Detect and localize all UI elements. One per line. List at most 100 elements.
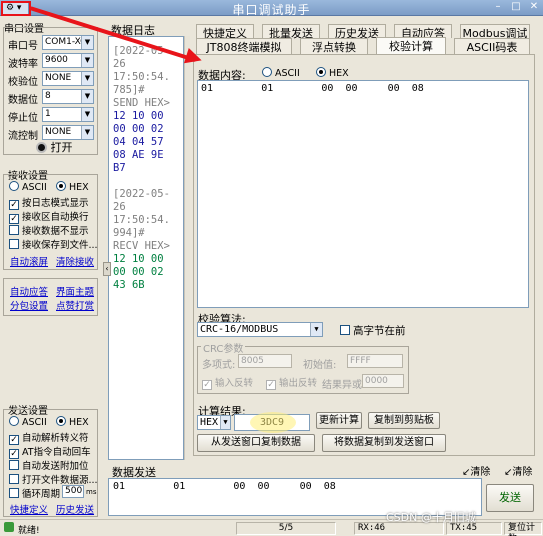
log-line: 00 00 02 xyxy=(113,123,164,135)
stopbits-label: 停止位 xyxy=(8,113,38,124)
auto-reply-link[interactable]: 自动应答 xyxy=(10,284,48,298)
stopbits-select[interactable]: 1 ▼ xyxy=(42,107,94,122)
xor-label: 结果异或 xyxy=(322,380,362,391)
cycle-unit: ms xyxy=(86,488,97,496)
history-send-link[interactable]: 历史发送 xyxy=(56,502,94,516)
append-bits-checkbox[interactable]: 自动发送附加位 xyxy=(9,458,89,472)
close-icon[interactable]: ✕ xyxy=(526,1,542,14)
chevron-down-icon: ▼ xyxy=(81,54,93,67)
save-to-file-checkbox[interactable]: 接收保存到文件... xyxy=(9,237,98,251)
reset-count-button[interactable]: 复位计数 xyxy=(504,522,542,536)
log-mode-checkbox[interactable]: ✓ 按日志模式显示 xyxy=(9,195,89,210)
crc-params-title: CRC参数 xyxy=(201,340,246,355)
log-line: 43 6B xyxy=(113,279,145,291)
tab-history-send[interactable]: 历史发送 xyxy=(328,24,386,40)
send-button[interactable]: 发送 xyxy=(486,484,534,512)
log-line: 12 10 00 xyxy=(113,110,164,122)
log-line: 12 10 00 xyxy=(113,253,164,265)
tab-float-convert[interactable]: 浮点转换 xyxy=(300,38,368,54)
minimize-icon[interactable]: – xyxy=(490,1,506,14)
chevron-down-icon: ▼ xyxy=(310,323,322,336)
refout-checkbox[interactable]: ✓ 输出反转 xyxy=(266,375,317,390)
log-line: SEND HEX> xyxy=(113,97,170,109)
tab-batch-send[interactable]: 批量发送 xyxy=(262,24,320,40)
send-hex-radio[interactable]: HEX xyxy=(56,416,89,428)
update-calc-button[interactable]: 更新计算 xyxy=(316,412,362,429)
high-byte-checkbox[interactable]: 高字节在前 xyxy=(340,323,406,338)
chevron-down-icon: ▼ xyxy=(81,126,93,139)
flow-label: 流控制 xyxy=(8,131,38,142)
poly-input[interactable]: 8005 xyxy=(238,354,292,368)
tab-auto-reply[interactable]: 自动应答 xyxy=(394,24,452,40)
log-line: [2022-05- xyxy=(113,188,170,200)
log-line: 26 xyxy=(113,201,126,213)
status-text: 就绪! xyxy=(18,526,40,536)
data-log-area[interactable]: [2022-05- 26 17:50:54. 785]# SEND HEX> 12 10 … xyxy=(108,36,184,460)
escape-parse-checkbox[interactable]: ✓ 自动解析转义符 xyxy=(9,430,89,445)
tab-checksum[interactable]: 校验计算 xyxy=(376,37,446,54)
data-content-textarea[interactable]: 01 01 00 00 00 08 xyxy=(197,80,529,308)
parity-select[interactable]: NONE ▼ xyxy=(42,71,94,86)
auto-wrap-checkbox[interactable]: ✓ 接收区自动换行 xyxy=(9,209,89,224)
at-enter-checkbox[interactable]: ✓ AT指令自动回车 xyxy=(9,444,91,459)
port-label: 串口号 xyxy=(8,41,38,52)
theme-link[interactable]: 界面主题 xyxy=(56,284,94,298)
baud-label: 波特率 xyxy=(8,59,38,70)
chevron-down-icon: ▼ xyxy=(81,90,93,103)
clear-receive-link[interactable]: 清除接收 xyxy=(56,254,94,268)
collapse-panel-icon[interactable]: ‹ xyxy=(103,262,111,276)
page-count: 5/5 xyxy=(236,522,336,535)
data-hex-radio[interactable]: HEX xyxy=(316,67,349,79)
donate-link[interactable]: 点赞打赏 xyxy=(56,298,94,312)
cycle-checkbox[interactable]: 循环周期 xyxy=(9,486,60,500)
copy-clipboard-button[interactable]: 复制到剪贴板 xyxy=(368,412,440,429)
cycle-input[interactable]: 500 xyxy=(62,485,84,498)
tab-quick-define[interactable]: 快捷定义 xyxy=(196,24,254,40)
auto-scroll-link[interactable]: 自动滚屏 xyxy=(10,254,48,268)
open-port-button[interactable]: 打开 xyxy=(36,139,73,155)
chevron-down-icon: ▼ xyxy=(81,108,93,121)
clear-send-button-1[interactable]: ↙清除 xyxy=(462,463,490,478)
tab-jt808[interactable]: JT808终端模拟 xyxy=(196,38,292,54)
clear-send-button-2[interactable]: ↙清除 xyxy=(504,463,532,478)
databits-select[interactable]: 8 ▼ xyxy=(42,89,94,104)
send-ascii-radio[interactable]: ASCII xyxy=(9,416,47,428)
chevron-down-icon: ▼ xyxy=(81,72,93,85)
log-line: 00 00 02 xyxy=(113,266,164,278)
result-format-select[interactable]: HEX ▼ xyxy=(197,415,231,430)
algorithm-select[interactable]: CRC-16/MODBUS ▼ xyxy=(197,322,323,337)
copy-from-send-button[interactable]: 从发送窗口复制数据 xyxy=(197,434,315,452)
log-line: 26 xyxy=(113,58,126,70)
receive-hex-radio[interactable]: HEX xyxy=(56,181,89,193)
title-bar: ⚙ ▾ 串口调试助手 – □ ✕ xyxy=(0,0,543,17)
databits-label: 数据位 xyxy=(8,95,38,106)
parity-label: 校验位 xyxy=(8,77,38,88)
refin-checkbox[interactable]: ✓ 输入反转 xyxy=(202,375,253,390)
status-icon xyxy=(4,522,14,532)
init-input[interactable]: FFFF xyxy=(347,354,403,368)
data-ascii-radio[interactable]: ASCII xyxy=(262,67,300,79)
log-line: 785]# xyxy=(113,84,145,96)
xor-input[interactable]: 0000 xyxy=(362,374,404,388)
watermark: CSDN @十月旧城 xyxy=(386,511,476,524)
tab-modbus[interactable]: Modbus调试 xyxy=(460,24,530,40)
file-source-checkbox[interactable]: 打开文件数据源... xyxy=(9,472,98,486)
receive-ascii-radio[interactable]: ASCII xyxy=(9,181,47,193)
baud-select[interactable]: 9600 ▼ xyxy=(42,53,94,68)
poly-label: 多项式: xyxy=(202,360,236,371)
chevron-down-icon: ▼ xyxy=(220,416,230,429)
port-select[interactable]: COM1-XCO ▼ xyxy=(42,35,94,50)
hide-receive-checkbox[interactable]: 接收数据不显示 xyxy=(9,223,89,237)
packet-settings-link[interactable]: 分包设置 xyxy=(10,298,48,312)
log-line: RECV HEX> xyxy=(113,240,170,252)
flow-select[interactable]: NONE ▼ xyxy=(42,125,94,140)
record-icon xyxy=(36,142,47,153)
tab-ascii-table[interactable]: ASCII码表 xyxy=(454,38,530,54)
copy-to-send-button[interactable]: 将数据复制到发送窗口 xyxy=(322,434,446,452)
maximize-icon[interactable]: □ xyxy=(508,1,524,14)
chevron-down-icon: ▼ xyxy=(81,36,93,49)
cursor-highlight xyxy=(250,412,296,433)
quick-define-link[interactable]: 快捷定义 xyxy=(10,502,48,516)
log-scrollbar[interactable] xyxy=(184,36,190,460)
init-label: 初始值: xyxy=(303,360,337,371)
